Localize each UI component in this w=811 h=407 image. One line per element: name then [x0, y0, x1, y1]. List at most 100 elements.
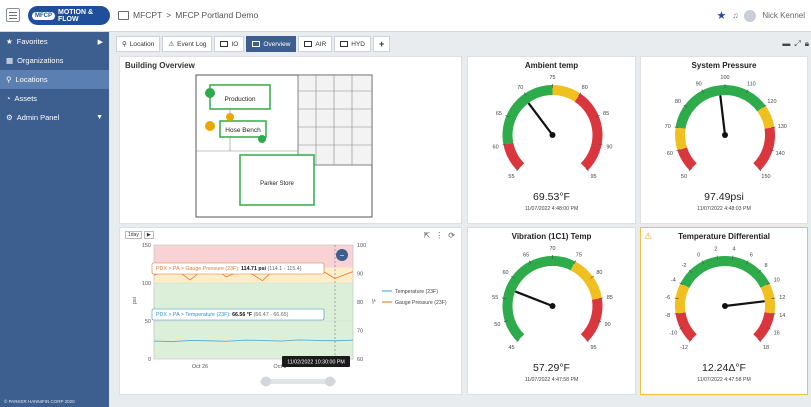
gauge-tick-label: 95 — [590, 174, 596, 180]
gauge-timestamp: 11/07/2022 4:48:00 PM — [524, 206, 579, 212]
gauge-zone — [675, 283, 690, 314]
gauge-title: Temperature Differential — [678, 232, 770, 241]
gauge-tick-label: 45 — [508, 345, 514, 351]
gauge-tick-label: -4 — [671, 278, 676, 284]
gauge-tick-label: 4 — [733, 247, 736, 253]
sidebar-item-admin-panel[interactable]: ⚙ Admin Panel ▼ — [0, 108, 109, 127]
company-logo[interactable]: MFCP MOTION & FLOW — [28, 6, 110, 25]
trend-chart[interactable]: 05010015060708090100psi °FOct 26 Oct 3Temp… — [120, 228, 463, 396]
tooltip-value: 66.56 °F — [232, 312, 254, 318]
tab-label: HYD — [351, 40, 365, 48]
parker-store-room[interactable] — [239, 154, 315, 206]
star-icon: ★ — [6, 37, 13, 46]
gauge-tick-label: 60 — [667, 151, 673, 157]
overview-icon — [252, 41, 261, 47]
menu-icon[interactable] — [6, 8, 20, 22]
building-overview-panel: Building Overview Production Hose Bench … — [119, 56, 462, 224]
range-slider-track[interactable] — [260, 379, 336, 384]
gauge-zone — [502, 85, 553, 145]
logo-mark: MFCP — [32, 11, 55, 20]
sensor-ok-icon[interactable] — [258, 135, 266, 143]
breadcrumb-current: MFCP Portland Demo — [175, 10, 259, 20]
gauge-tick-label: -10 — [669, 330, 677, 336]
gauge-tick-label: 80 — [582, 85, 588, 91]
sidebar-item-locations[interactable]: ⚲ Locations — [0, 70, 109, 89]
sidebar-item-organizations[interactable]: ▦ Organizations — [0, 51, 109, 70]
temperature-differential-gauge: -12 -10 -8 -6 -4 -2 0 2 4 6 8 10 12 14 16 18 — [665, 247, 785, 351]
gauge-tick-label: 90 — [696, 81, 702, 87]
monitor-icon[interactable]: ▬ — [782, 39, 790, 49]
vibration-temp-gauge: 45 50 55 60 65 70 75 80 85 90 95 — [492, 246, 613, 351]
person-icon: ⚲ — [122, 41, 127, 48]
lock-icon[interactable]: 🔒︎ — [805, 39, 809, 49]
gauge-tick-label: 110 — [747, 81, 756, 87]
sidebar-item-assets[interactable]: ◔ Assets — [0, 89, 109, 108]
person-pin-icon: ⚲ — [6, 75, 12, 84]
gauge-tick-label: 8 — [764, 263, 767, 269]
user-name[interactable]: Nick Kennel — [762, 11, 805, 20]
gauge-tick-label: 120 — [767, 99, 776, 105]
gauge-zone — [753, 127, 775, 171]
gauge-title: Ambient temp — [524, 61, 579, 70]
tab-label: Event Log — [177, 40, 207, 48]
y-left-axis-label: psi — [132, 297, 138, 304]
gauge-tick-label: -12 — [680, 345, 688, 351]
sidebar-item-favorites[interactable]: ★ Favorites ▶ — [0, 32, 109, 51]
gauge-tick-label: 140 — [776, 151, 785, 157]
gauge-zone — [757, 105, 775, 130]
add-tab-button[interactable]: + — [373, 36, 391, 52]
top-bar: MFCP MOTION & FLOW MFCPT > MFCP Portland… — [0, 0, 811, 32]
gauge-tick-label: 90 — [605, 322, 611, 328]
system-pressure-gauge-panel: System Pressure 50 60 70 80 90 100 110 120 130 14… — [640, 56, 808, 224]
breadcrumb-root[interactable]: MFCPT — [133, 10, 162, 20]
gauge-tick-label: 75 — [549, 75, 555, 81]
pressure-tooltip: PDX > PA > Gauge Pressure (23F): 114.71 … — [151, 262, 325, 275]
sidebar-item-label: Assets — [14, 94, 38, 103]
sensor-warning-icon[interactable] — [226, 113, 234, 121]
gauge-tick-label: 14 — [779, 313, 785, 319]
gauge-tick-label: 10 — [774, 278, 780, 284]
gauge-tick-label: 70 — [549, 246, 555, 252]
tab-hyd[interactable]: HYD — [334, 36, 371, 52]
legend-label[interactable]: Gauge Pressure (23F) — [395, 300, 447, 306]
gauge-tick-label: 100 — [720, 75, 729, 81]
gauge-value: 57.29°F — [533, 362, 570, 374]
tab-label: IO — [231, 40, 239, 48]
range-slider-handle-right[interactable] — [325, 376, 335, 387]
tab-air[interactable]: AIR — [298, 36, 333, 52]
gauge-needle — [719, 95, 727, 137]
gauge-zone — [503, 142, 525, 171]
gauge-tick-label: 60 — [493, 144, 499, 150]
copyright-text: © PARKER HANNIFIN CORP 2020 — [4, 399, 75, 404]
tab-overview[interactable]: Overview — [246, 36, 297, 52]
sensor-warning-icon[interactable] — [205, 121, 215, 131]
gauge-tick-label: 0 — [697, 252, 700, 258]
gauge-tick-label: 80 — [596, 270, 602, 276]
range-slider-handle-left[interactable] — [261, 376, 271, 387]
io-icon — [220, 41, 229, 47]
gauge-zone — [675, 312, 697, 342]
tooltip-text: PDX > PA > Temperature (23F): 66.56 °F (… — [156, 312, 289, 318]
sensor-ok-icon[interactable] — [205, 88, 215, 98]
gauge-needle — [527, 102, 554, 137]
y-left-tick-label: 0 — [148, 357, 151, 363]
building-icon — [118, 10, 129, 20]
tab-event-log[interactable]: ⚠ Event Log — [162, 36, 213, 52]
gauge-tick-label: 50 — [681, 174, 687, 180]
tooltip-range: (66.47 - 66.65) — [254, 312, 289, 318]
top-right-icons: ★ ♫ Nick Kennel — [716, 9, 805, 22]
tab-io[interactable]: IO — [214, 36, 245, 52]
gauge-tick-label: -2 — [682, 263, 687, 269]
vibration-temp-gauge-panel: Vibration (1C1) Temp 45 50 55 60 65 70 75 80 85 9… — [467, 227, 636, 395]
notification-bell-icon[interactable]: ♫ — [732, 11, 738, 20]
favorite-star-icon[interactable]: ★ — [716, 9, 726, 22]
avatar[interactable] — [744, 9, 757, 22]
chevron-right-icon: ▶ — [97, 38, 103, 46]
legend-label[interactable]: Temperature (23F) — [395, 289, 438, 295]
building-overview-title: Building Overview — [125, 61, 195, 70]
gauge-title: System Pressure — [691, 61, 757, 70]
tab-location[interactable]: ⚲ Location — [116, 36, 161, 52]
warning-icon[interactable]: ⚠ — [644, 231, 652, 242]
breadcrumb: MFCPT > MFCP Portland Demo — [118, 10, 258, 20]
fullscreen-icon[interactable]: ⤢ — [794, 39, 800, 49]
